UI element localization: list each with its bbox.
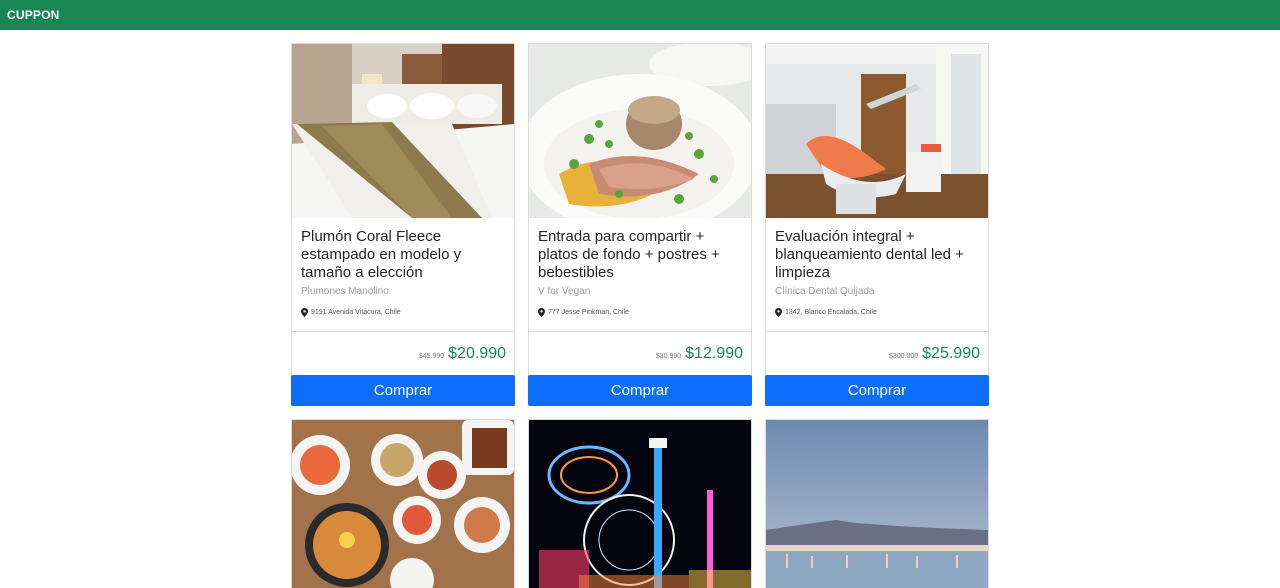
deal-address: 9191 Avenida Vitacura, Chile <box>301 308 505 317</box>
deal-card <box>765 419 989 588</box>
deal-price: $12.990 <box>685 344 743 362</box>
card-body: Evaluación integral + blanqueamiento den… <box>766 218 988 331</box>
address-text: 9191 Avenida Vitacura, Chile <box>311 309 401 316</box>
deal-title[interactable]: Plumón Coral Fleece estampado en modelo … <box>301 228 505 284</box>
deal-price: $25.990 <box>922 344 980 362</box>
deal-title[interactable]: Evaluación integral + blanqueamiento den… <box>775 228 979 284</box>
korean-food-image[interactable] <box>292 420 514 588</box>
hotel-bed-image[interactable] <box>292 44 514 218</box>
plated-food-image[interactable] <box>529 44 751 218</box>
merchant-name: V for Vegan <box>538 286 591 297</box>
original-price: $45.990 <box>418 353 445 360</box>
brand-logo[interactable]: CUPPON <box>7 8 60 22</box>
deal-address: 1342, Blanco Encalada, Chile <box>775 308 979 317</box>
navbar: CUPPON <box>0 0 1280 30</box>
deal-card: Plumón Coral Fleece estampado en modelo … <box>291 43 515 406</box>
deal-card: Entrada para compartir + platos de fondo… <box>528 43 752 406</box>
address-text: 1342, Blanco Encalada, Chile <box>785 309 877 316</box>
deal-card <box>528 419 752 588</box>
deal-price: $20.990 <box>448 344 506 362</box>
original-price: $300.000 <box>888 353 919 360</box>
deal-title[interactable]: Entrada para compartir + platos de fondo… <box>538 228 742 284</box>
buy-button[interactable]: Comprar <box>291 375 515 406</box>
deal-card: Evaluación integral + blanqueamiento den… <box>765 43 989 406</box>
buy-button[interactable]: Comprar <box>528 375 752 406</box>
original-price: $30.990 <box>655 353 682 360</box>
dental-clinic-image[interactable] <box>766 44 988 218</box>
salt-flat-flamingos-image[interactable] <box>766 420 988 588</box>
address-text: 777 Jesse Pinkman, Chile <box>548 309 629 316</box>
price-row: $45.990 $20.990 <box>292 331 514 375</box>
map-marker-icon <box>775 308 782 317</box>
deal-address: 777 Jesse Pinkman, Chile <box>538 308 742 317</box>
price-row: $300.000 $25.990 <box>766 331 988 375</box>
deal-card <box>291 419 515 588</box>
map-marker-icon <box>301 308 308 317</box>
merchant-name: Plumones Manolino <box>301 286 389 297</box>
amusement-park-image[interactable] <box>529 420 751 588</box>
price-row: $30.990 $12.990 <box>529 331 751 375</box>
card-body: Entrada para compartir + platos de fondo… <box>529 218 751 331</box>
deals-grid: Plumón Coral Fleece estampado en modelo … <box>291 43 989 588</box>
map-marker-icon <box>538 308 545 317</box>
card-body: Plumón Coral Fleece estampado en modelo … <box>292 218 514 331</box>
buy-button[interactable]: Comprar <box>765 375 989 406</box>
merchant-name: Clínica Dental Quijada <box>775 286 875 297</box>
